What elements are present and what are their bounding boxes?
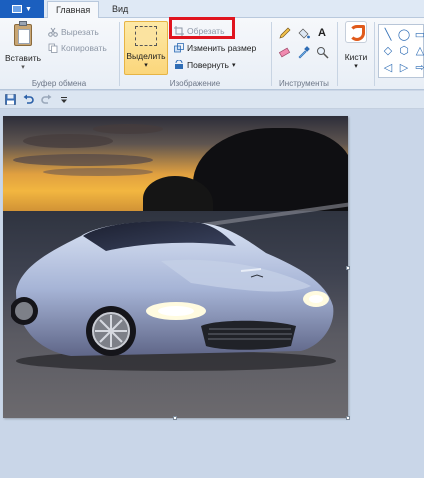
chevron-down-icon: ▾ — [231, 61, 236, 69]
selection-rectangle-icon — [135, 26, 157, 46]
rotate-icon — [175, 59, 183, 69]
diamond-shape-icon[interactable]: ◇ — [381, 44, 395, 58]
group-divider — [337, 22, 338, 86]
shapes-gallery: ╲ ◯ ▭ ◇ ⬡ △ ◁ ▷ ⇨ — [378, 24, 424, 78]
quick-access-toolbar — [0, 91, 424, 109]
crop-highlight-box — [169, 17, 235, 39]
oval-shape-icon[interactable]: ◯ — [397, 27, 411, 41]
chevron-down-icon: ▾ — [21, 64, 25, 71]
resize-icon — [174, 42, 184, 52]
scissors-icon — [48, 27, 58, 37]
rotate-button[interactable]: Повернуть ▾ — [174, 58, 236, 71]
group-divider — [271, 22, 272, 86]
image-group-label: Изображение — [169, 79, 221, 88]
left-arrow-shape-icon[interactable]: ◁ — [381, 60, 395, 74]
group-divider — [374, 22, 375, 86]
cut-button[interactable]: Вырезать — [48, 25, 99, 38]
magnifier-icon[interactable] — [314, 44, 330, 60]
text-tool-icon[interactable]: A — [314, 25, 330, 41]
tools-group-label: Инструменты — [279, 79, 329, 88]
tab-view[interactable]: Вид — [104, 1, 136, 18]
save-icon[interactable] — [4, 94, 16, 106]
group-divider — [119, 22, 120, 86]
brushes-button[interactable]: Кисти ▾ — [341, 21, 371, 75]
pencil-icon[interactable] — [276, 25, 292, 41]
chevron-down-icon: ▾ — [144, 62, 148, 69]
image-canvas[interactable] — [3, 116, 348, 418]
ribbon: Вставить ▾ Вырезать Копировать Буфер обм… — [0, 17, 424, 90]
chevron-down-icon: ▼ — [25, 5, 32, 13]
copy-label: Копировать — [61, 42, 107, 53]
rotate-label: Повернуть — [187, 59, 229, 70]
rectangle-shape-icon[interactable]: ▭ — [413, 27, 424, 41]
chevron-down-icon: ▾ — [354, 63, 358, 70]
resize-handle[interactable] — [346, 416, 350, 420]
brushes-label: Кисти — [344, 52, 368, 62]
select-label: Выделить — [126, 51, 166, 61]
select-button[interactable]: Выделить ▾ — [124, 21, 168, 75]
file-menu-button[interactable]: ▼ — [0, 0, 44, 18]
tab-home[interactable]: Главная — [47, 1, 100, 19]
cut-label: Вырезать — [61, 26, 99, 37]
ribbon-tab-row: ▼ Главная Вид — [0, 0, 424, 19]
tools-grid: A — [276, 25, 330, 60]
resize-handle[interactable] — [346, 266, 350, 270]
line-shape-icon[interactable]: ╲ — [381, 27, 395, 41]
hexagon-shape-icon[interactable]: ⬡ — [397, 44, 411, 58]
paste-label: Вставить — [4, 53, 42, 63]
arrow-shape-icon[interactable]: ⇨ — [413, 60, 424, 74]
cloud — [13, 154, 153, 166]
paint-app-icon — [12, 5, 23, 13]
copy-button[interactable]: Копировать — [48, 41, 107, 54]
color-picker-icon[interactable] — [295, 44, 311, 60]
cloud — [93, 124, 163, 134]
right-triangle-shape-icon[interactable]: ▷ — [397, 60, 411, 74]
redo-icon[interactable] — [40, 94, 52, 106]
clipboard-icon — [12, 21, 34, 47]
triangle-shape-icon[interactable]: △ — [413, 44, 424, 58]
fill-bucket-icon[interactable] — [295, 25, 311, 41]
undo-icon[interactable] — [22, 94, 34, 106]
copy-icon — [48, 43, 58, 53]
eraser-icon[interactable] — [276, 44, 292, 60]
clipboard-group-label: Буфер обмена — [31, 79, 87, 88]
resize-label: Изменить размер — [187, 42, 257, 53]
cloud — [43, 168, 153, 176]
canvas-area[interactable] — [0, 109, 424, 478]
cloud — [23, 134, 113, 148]
customize-toolbar-icon[interactable] — [58, 94, 70, 106]
brush-icon — [345, 21, 367, 43]
car — [11, 221, 336, 371]
resize-handle[interactable] — [173, 416, 177, 420]
resize-button[interactable]: Изменить размер — [174, 41, 256, 54]
paste-button[interactable]: Вставить ▾ — [3, 21, 43, 71]
